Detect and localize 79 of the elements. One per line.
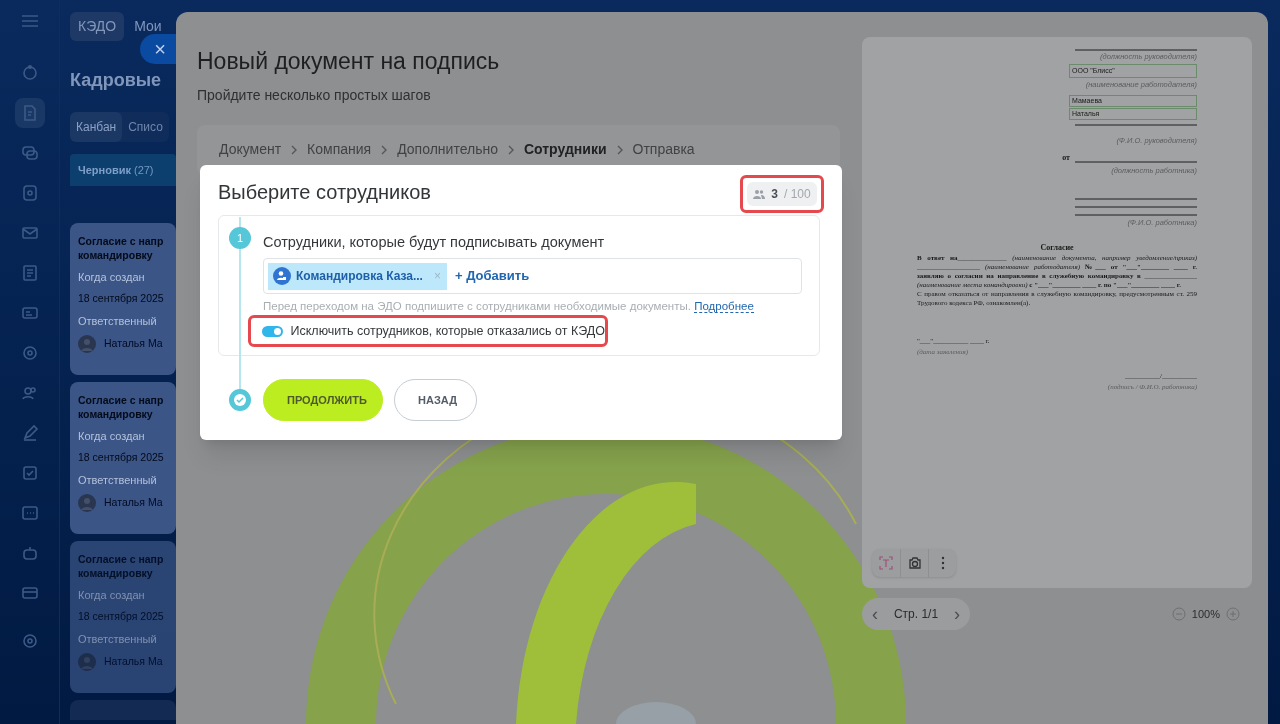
zoom-level: 100% [1191,606,1220,622]
continue-button[interactable]: ПРОДОЛЖИТЬ [263,379,383,421]
column-count: (27) [133,162,154,178]
wizard-title: Новый документ на подпись [197,47,501,76]
add-link[interactable]: + Добавить [455,266,530,286]
camera-icon[interactable] [906,555,923,571]
back-button[interactable]: НАЗАД [394,379,477,421]
step-link[interactable]: Дополнительно [397,139,498,160]
mail-icon[interactable] [20,224,39,242]
previous-page-button[interactable]: ‹ [872,600,878,628]
id-card-icon[interactable] [20,304,39,322]
count-limit: / 100 [784,186,811,203]
zoom-in-icon[interactable] [1226,607,1240,621]
column-title: Черновик [78,162,131,178]
more-link[interactable]: Подробнее [694,300,754,313]
chat-icon[interactable] [20,144,39,162]
calendar-icon[interactable] [20,504,39,522]
robot-icon[interactable] [20,544,39,562]
document-heading: Согласие [1039,242,1075,255]
zoom-out-icon[interactable] [1171,607,1186,621]
card-title: Согласие с напр командировку [78,393,164,421]
field-value: 18 сентября 2025 [78,290,164,306]
section-title: Сотрудники, которые будут подписывать документ [263,233,605,252]
step-link[interactable]: Документ [219,139,282,160]
field-label: Когда создан [78,270,145,285]
employee-chip[interactable]: Командировка Каза... × [268,262,447,290]
wizard-subtitle: Пройдите несколько простых шагов [197,85,432,105]
card-title: Согласие с напр командировку [78,234,164,262]
task-card[interactable]: Согласие с напр командировку Когда создан 18 сентября 2025 Ответственный Наталья Ма [70,541,176,693]
avatar-icon [78,334,96,353]
owner-name[interactable]: Наталья Ма [104,335,163,352]
toggle-label: Исключить сотрудников, которые отказались от КЭДО [290,322,605,340]
step-link[interactable]: Сотрудники [523,139,607,160]
field-label: Когда создан [78,588,145,603]
field-value: 18 сентября 2025 [78,449,164,465]
text-select-icon[interactable] [878,555,894,571]
employees-field[interactable]: Командировка Каза... × + Добавить [263,258,802,294]
avatar-icon [78,652,96,671]
selected-count: 3 [771,186,778,203]
close-button[interactable]: × [140,34,176,64]
task-card[interactable]: Согласие с напр командировку Когда создан 18 сентября 2025 Ответственный Наталья Ма [70,223,176,375]
group-icon [273,267,291,285]
task-card[interactable]: Согласие с напр командировку Когда создан 18 сентября 2025 Ответственный Наталья Ма [70,382,176,534]
field-label: Ответственный [78,473,157,489]
view-tab[interactable]: Списо [122,112,169,142]
page-number: Стр. 1/1 [893,606,939,623]
chevron-right-icon [380,144,389,155]
menu-icon[interactable] [20,14,39,28]
step-number: 1 [229,227,251,249]
next-page-button[interactable]: › [954,600,960,628]
menu-link[interactable]: Мои [134,16,162,37]
card-icon[interactable] [20,584,39,602]
checkbox-icon[interactable] [20,464,39,482]
step-link[interactable]: Компания [307,139,372,160]
avatar-icon [78,493,96,512]
field-label: Ответственный [78,632,157,648]
card-title: Согласие с напр командировку [78,552,164,580]
toggle-switch[interactable] [262,325,283,337]
chip-label: Командировка Каза... [296,268,423,285]
view-tab[interactable]: Канбан [70,112,123,142]
field-label: Когда создан [78,429,145,444]
list-document-icon[interactable] [20,264,39,282]
owner-name[interactable]: Наталья Ма [104,494,163,511]
document-text: от [1062,151,1070,164]
step-link[interactable]: Отправка [632,139,695,160]
page-title: Кадровые [70,69,163,92]
chevron-right-icon [615,144,624,155]
contact-card-icon[interactable] [20,184,39,202]
field-label: Ответственный [78,314,157,330]
check-step-icon [229,389,251,411]
field-value: 18 сентября 2025 [78,608,164,624]
target-icon[interactable] [20,344,39,362]
section-chip[interactable]: КЭДО [70,12,125,41]
chevron-right-icon [506,144,515,155]
people-icon [753,189,766,199]
people-icon[interactable] [20,384,39,402]
chevron-right-icon [290,144,299,155]
dialog-title: Выберите сотрудников [218,180,431,205]
hint-text: Перед переходом на ЭДО подпишите с сотрудниками необходимые документы. Подробнее [263,299,754,315]
